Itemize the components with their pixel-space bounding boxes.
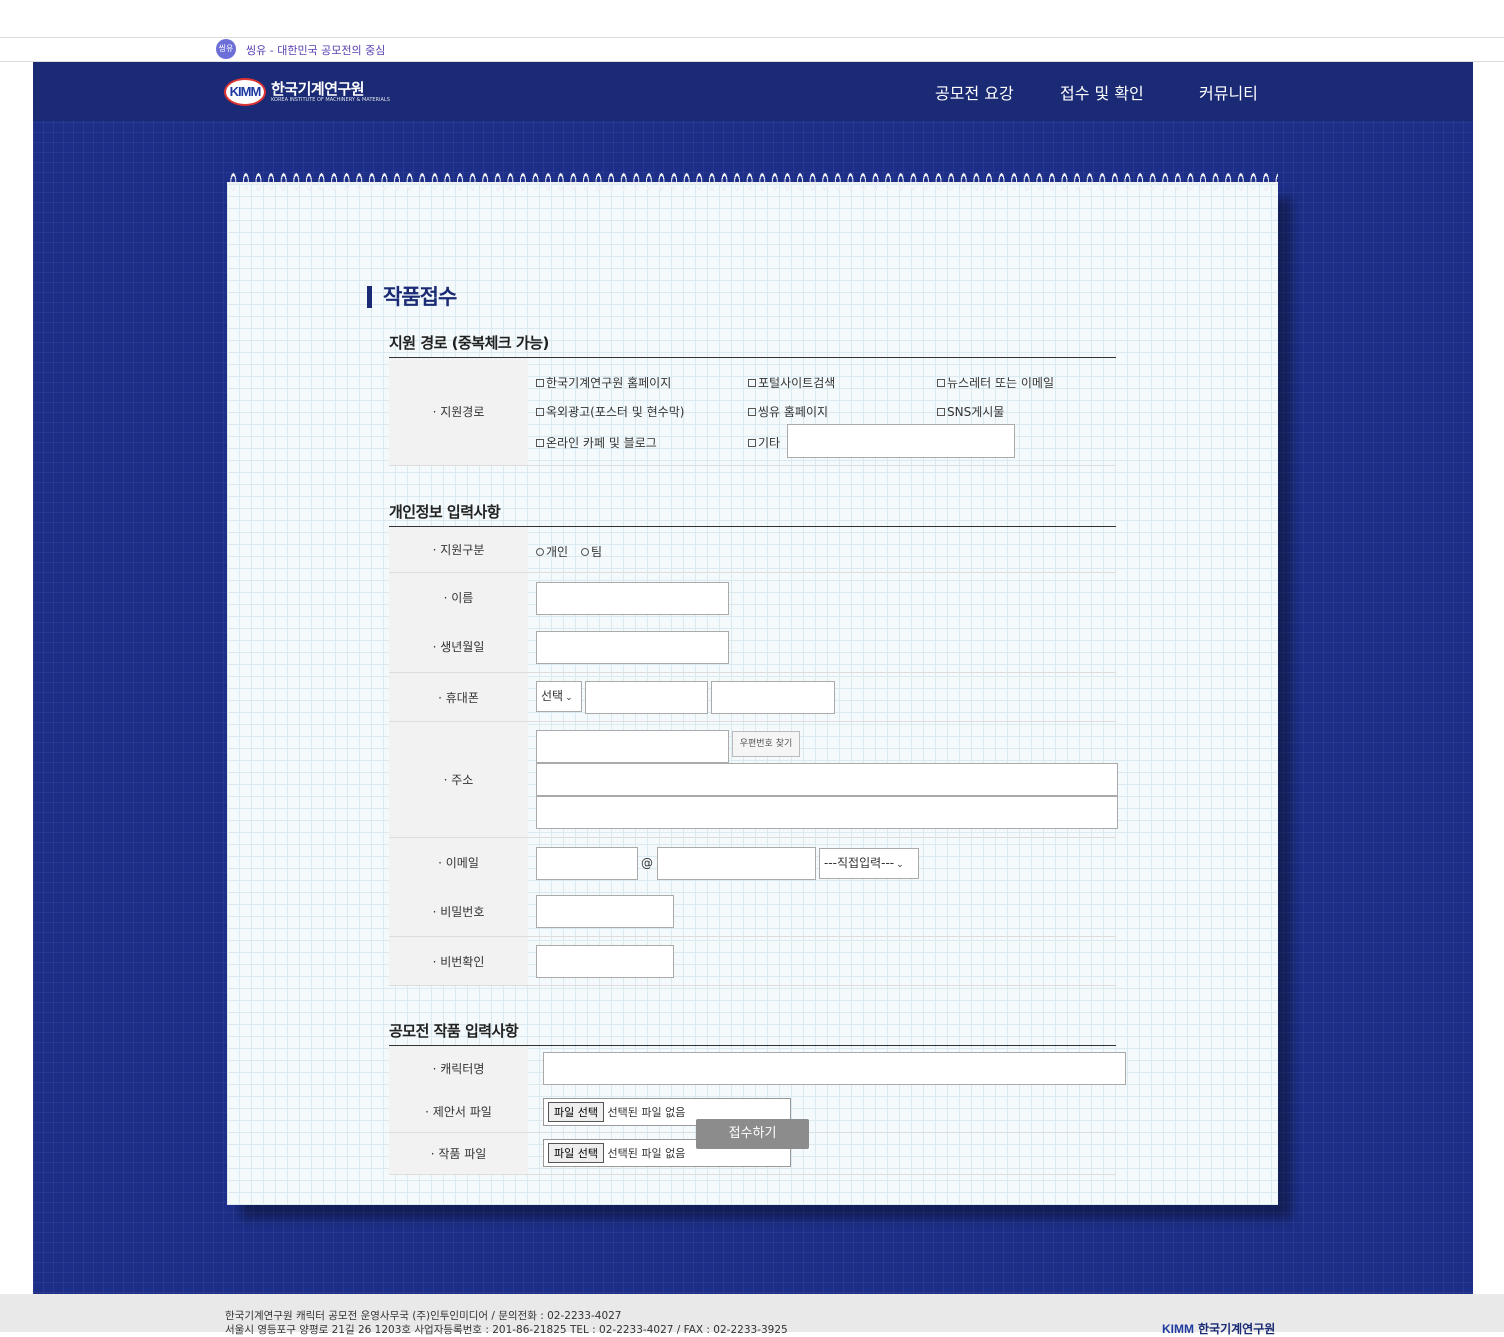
type-row: · 지원구분 개인 팀 [389,527,1116,573]
email-row: · 이메일 @ ---직접입력--- ⌄ [389,838,1116,886]
section-personal-title: 개인정보 입력사항 [389,503,501,521]
proposal-label: · 제안서 파일 [389,1091,528,1132]
email-domain-input[interactable] [657,847,816,880]
birth-label: · 생년월일 [389,621,528,672]
footer-logo: KIMM 한국기계연구원 [1162,1320,1275,1337]
email-id-input[interactable] [536,847,638,880]
character-name-input[interactable] [543,1052,1126,1085]
route-option-portal[interactable]: 포털사이트검색 [748,374,835,391]
footer-logo-text: 한국기계연구원 [1198,1322,1276,1336]
radio-icon [536,548,544,556]
chevron-down-icon: ⌄ [565,693,573,703]
nav-submission[interactable]: 접수 및 확인 [1060,80,1144,104]
checkbox-icon [937,379,945,387]
site-logo-icon[interactable]: 씽유 [216,39,236,59]
kimm-logo-text: 한국기계연구원 KOREA INSTITUTE OF MACHINERY & M… [271,81,390,103]
route-option-thinkyou-home[interactable]: 씽유 홈페이지 [748,403,828,420]
name-input[interactable] [536,582,729,615]
form-paper: 작품접수 지원 경로 (중복체크 가능) · 지원경로 한국기계연구원 홈페이지… [227,170,1278,1205]
spiral-binding [227,170,1278,194]
proposal-file-button[interactable]: 파일 선택 [548,1102,604,1122]
type-option-individual[interactable]: 개인 [536,543,568,560]
character-row: · 캐릭터명 [389,1046,1126,1091]
kimm-badge-icon: KIMM [224,78,266,106]
phone-middle-input[interactable] [585,681,708,714]
kimm-logo-en: KOREA INSTITUTE OF MACHINERY & MATERIALS [271,97,390,103]
route-row: · 지원경로 한국기계연구원 홈페이지 포털사이트검색 뉴스레터 또는 이메일 … [389,358,1116,466]
address-label: · 주소 [389,722,528,837]
section-work-title: 공모전 작품 입력사항 [389,1022,519,1040]
phone-label: · 휴대폰 [389,673,528,721]
address-line2-input[interactable] [536,796,1118,829]
route-option-etc[interactable]: 기타 [748,434,780,451]
page-stage: KIMM 한국기계연구원 KOREA INSTITUTE OF MACHINER… [33,62,1473,1294]
password-row: · 비밀번호 [389,886,1116,937]
checkbox-icon [937,408,945,416]
password-confirm-row: · 비번확인 [389,937,1116,986]
page-title: 작품접수 [367,286,457,308]
footer-logo-badge: KIMM [1162,1322,1194,1336]
work-table: · 캐릭터명 · 제안서 파일 파일 선택 선택된 파일 없음 · 작품 파일 … [389,1045,1126,1175]
route-option-kimm-home[interactable]: 한국기계연구원 홈페이지 [536,374,671,391]
password-confirm-input[interactable] [536,945,674,978]
nav-community[interactable]: 커뮤니티 [1199,80,1258,104]
nav-contest-guide[interactable]: 공모전 요강 [935,80,1014,104]
kimm-logo-ko: 한국기계연구원 [271,80,365,98]
work-file-label: · 작품 파일 [389,1133,528,1174]
route-option-cafe-blog[interactable]: 온라인 카페 및 블로그 [536,434,657,451]
footer-line2: 서울시 영등포구 양평로 21길 26 1203호 사업자등록번호 : 201-… [225,1324,788,1336]
footer: 한국기계연구원 캐릭터 공모전 운영사무국 (주)인투인미디어 / 문의전화 :… [0,1294,1504,1336]
checkbox-icon [748,379,756,387]
email-domain-select[interactable]: ---직접입력--- ⌄ [819,848,919,879]
birth-row: · 생년월일 [389,621,1116,673]
checkbox-icon [536,439,544,447]
address-row: · 주소 우편번호 찾기 [389,722,1118,838]
top-bar: 씽유 씽유 - 대한민국 공모전의 중심 [0,37,1504,62]
chevron-down-icon: ⌄ [896,860,904,870]
zipcode-input[interactable] [536,730,729,763]
route-option-sns[interactable]: SNS게시물 [937,403,1004,420]
checkbox-icon [536,408,544,416]
type-label: · 지원구분 [389,527,528,572]
header: KIMM 한국기계연구원 KOREA INSTITUTE OF MACHINER… [33,62,1473,121]
kimm-logo[interactable]: KIMM 한국기계연구원 KOREA INSTITUTE OF MACHINER… [224,78,390,106]
email-label: · 이메일 [389,838,528,886]
route-option-outdoor-ad[interactable]: 옥외광고(포스터 및 현수막) [536,403,684,420]
route-label: · 지원경로 [389,358,528,465]
checkbox-icon [748,408,756,416]
character-label: · 캐릭터명 [389,1046,528,1091]
route-option-newsletter[interactable]: 뉴스레터 또는 이메일 [937,374,1054,391]
work-file-button[interactable]: 파일 선택 [548,1143,604,1163]
route-etc-input[interactable] [787,424,1015,458]
password-input[interactable] [536,895,674,928]
birth-input[interactable] [536,631,729,664]
zipcode-search-button[interactable]: 우편번호 찾기 [732,731,800,757]
phone-row: · 휴대폰 선택 ⌄ [389,673,1116,722]
radio-icon [581,548,589,556]
email-at-sign: @ [641,856,653,870]
password-confirm-label: · 비번확인 [389,937,528,985]
type-option-team[interactable]: 팀 [581,543,602,560]
route-table: · 지원경로 한국기계연구원 홈페이지 포털사이트검색 뉴스레터 또는 이메일 … [389,357,1116,466]
footer-line1: 한국기계연구원 캐릭터 공모전 운영사무국 (주)인투인미디어 / 문의전화 :… [225,1310,622,1322]
personal-table: · 지원구분 개인 팀 · 이름 · 생년월일 · 휴대폰 선택⌄ · 주소 [389,526,1118,986]
section-route-title: 지원 경로 (중복체크 가능) [389,334,549,352]
site-name-link[interactable]: 씽유 - 대한민국 공모전의 중심 [246,42,385,58]
name-row: · 이름 [389,573,1116,621]
password-label: · 비밀번호 [389,886,528,936]
checkbox-icon [748,439,756,447]
phone-prefix-select[interactable]: 선택 ⌄ [536,681,582,712]
submit-button[interactable]: 접수하기 [696,1119,809,1149]
address-line1-input[interactable] [536,763,1118,796]
phone-last-input[interactable] [711,681,835,714]
checkbox-icon [536,379,544,387]
name-label: · 이름 [389,573,528,621]
